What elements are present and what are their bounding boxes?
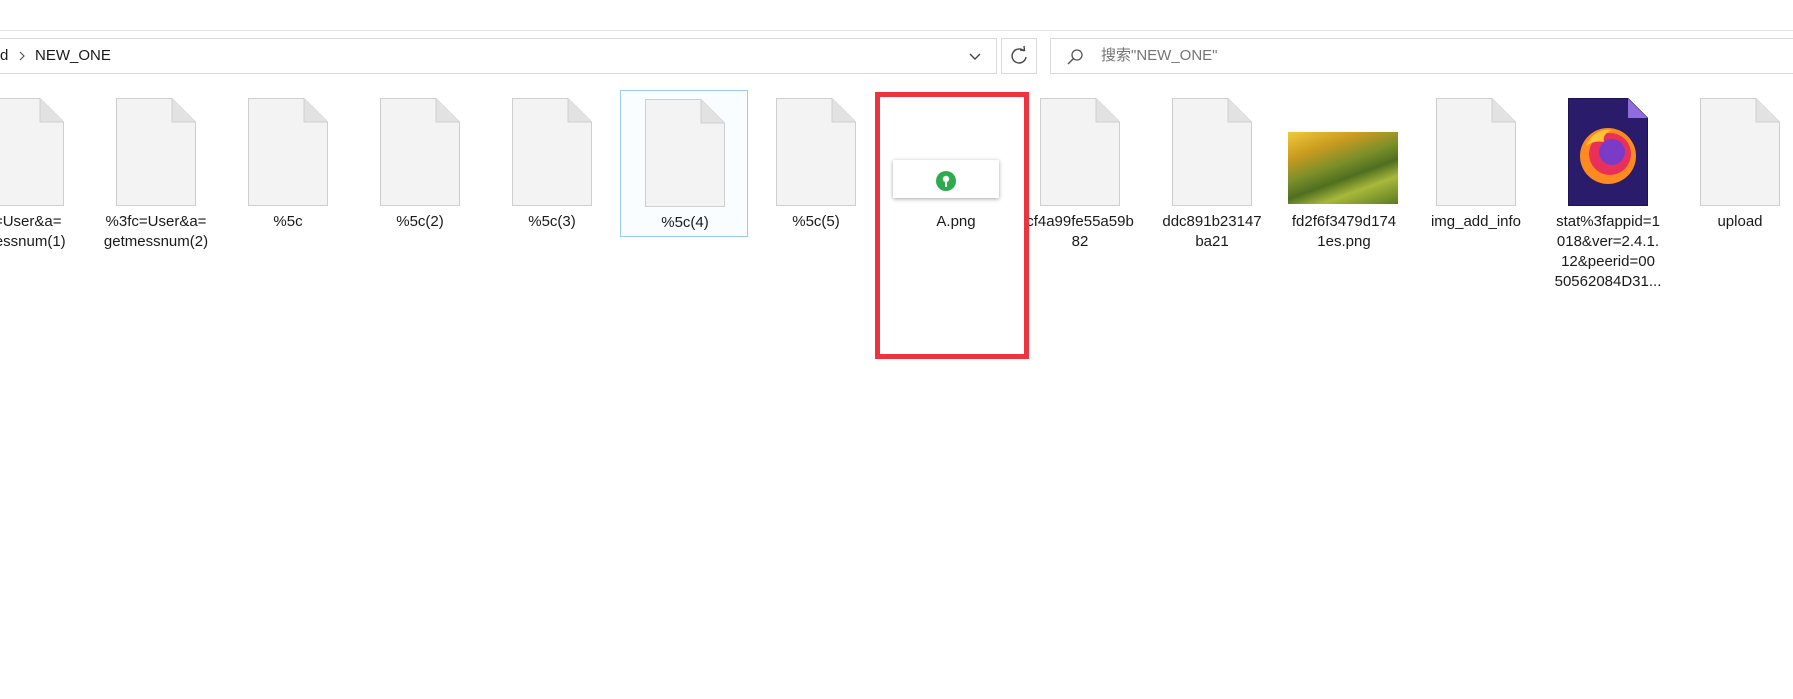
blank-file-icon [380,98,460,206]
file-item-selected[interactable]: %5c(4) [620,90,748,237]
blank-file-icon [776,98,856,206]
file-name: upload [1717,213,1763,230]
chevron-right-icon [19,51,25,61]
file-grid: c=User&a= messnum(1) %3fc=User&a= getmes… [0,90,1793,699]
file-item[interactable]: upload [1676,90,1793,240]
blank-file-icon [1700,98,1780,206]
file-item[interactable]: A.png [892,90,1020,240]
png-thumbnail [893,160,999,198]
blank-file-icon [512,98,592,206]
file-name: fd2f6f3479d174 1es.png [1291,213,1397,250]
refresh-button[interactable] [1001,38,1037,74]
file-name: %5c [273,213,303,230]
file-item[interactable]: fd2f6f3479d174 1es.png [1280,90,1408,250]
file-name: %5c(5) [792,213,840,230]
breadcrumb-prev[interactable]: d [0,47,8,64]
file-name: c=User&a= messnum(1) [0,213,66,250]
file-item[interactable]: ddc891b23147 ba21 [1148,90,1276,250]
file-item[interactable]: stat%3fappid=1 018&ver=2.4.1. 12&peerid=… [1544,90,1672,290]
address-bar[interactable]: d NEW_ONE [0,38,997,74]
file-item[interactable]: %3fc=User&a= getmessnum(2) [92,90,220,250]
file-item[interactable]: cf4a99fe55a59b 82 [1016,90,1144,250]
blank-file-icon [1172,98,1252,206]
file-name: img_add_info [1430,213,1522,230]
file-item[interactable]: %5c [224,90,352,240]
blank-file-icon [248,98,328,206]
file-item[interactable]: img_add_info [1412,90,1540,240]
file-name: %3fc=User&a= getmessnum(2) [103,213,209,250]
window-top-strip [0,0,1793,31]
chevron-down-icon[interactable] [961,47,989,67]
blank-file-icon [116,98,196,206]
search-icon [1067,49,1083,65]
file-name: %5c(2) [396,213,444,230]
image-thumbnail [1288,132,1398,204]
blank-file-icon [1436,98,1516,206]
file-name: stat%3fappid=1 018&ver=2.4.1. 12&peerid=… [1554,213,1662,290]
file-item[interactable]: %5c(3) [488,90,616,240]
map-pin-icon [936,171,956,191]
file-item[interactable]: c=User&a= messnum(1) [0,90,88,250]
file-item[interactable]: %5c(2) [356,90,484,240]
file-name: %5c(3) [528,213,576,230]
refresh-icon [1011,45,1027,64]
blank-file-icon [0,98,64,206]
file-item[interactable]: %5c(5) [752,90,880,240]
file-name: ddc891b23147 ba21 [1162,213,1262,250]
file-name: cf4a99fe55a59b 82 [1026,213,1134,250]
breadcrumb-current[interactable]: NEW_ONE [35,47,111,64]
search-box[interactable] [1050,38,1793,74]
blank-file-icon [645,99,725,207]
firefox-icon [1568,98,1648,206]
search-input[interactable] [1101,47,1701,64]
blank-file-icon [1040,98,1120,206]
file-name: %5c(4) [661,214,709,231]
file-name: A.png [936,213,976,230]
